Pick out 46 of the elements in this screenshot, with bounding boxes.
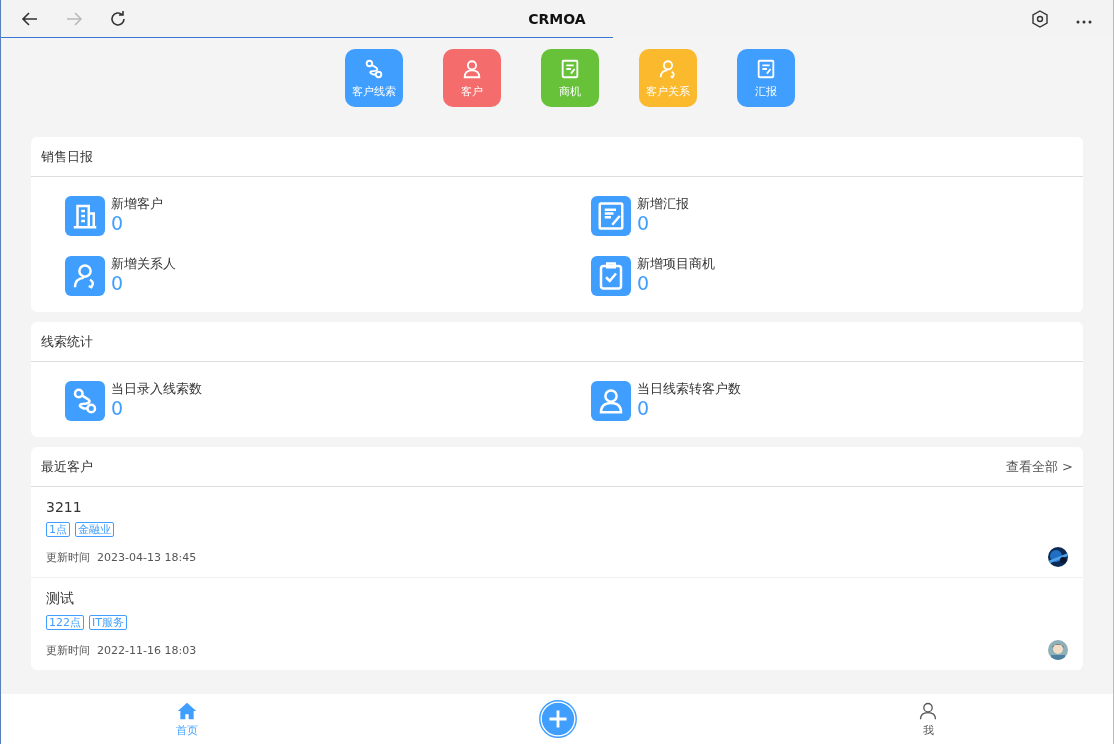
- tag: IT服务: [89, 615, 127, 630]
- updated-time: 2022-11-16 18:03: [97, 643, 197, 657]
- add-button[interactable]: [539, 700, 577, 738]
- nav-tab[interactable]: 首页: [167, 698, 206, 740]
- stat-value: 0: [111, 212, 125, 234]
- stat-label: 新增汇报: [637, 196, 689, 212]
- hexagon-icon: [1030, 9, 1050, 29]
- quick-action-button[interactable]: 商机: [541, 49, 599, 107]
- customer-item[interactable]: 测试 122点 IT服务 更新时间 2022-11-16 18:03: [31, 578, 1083, 670]
- stat-value: 0: [111, 397, 125, 419]
- updated-time: 2023-04-13 18:45: [97, 550, 197, 564]
- updated-label: 更新时间: [46, 549, 90, 565]
- stat-value: 0: [637, 272, 651, 294]
- quick-action-button[interactable]: 客户关系: [639, 49, 697, 107]
- quick-action-button[interactable]: 客户线索: [345, 49, 403, 107]
- route-icon: [363, 57, 385, 80]
- more-icon: [1076, 19, 1092, 24]
- reload-icon: [108, 9, 128, 29]
- tag: 122点: [46, 615, 84, 630]
- note-icon: [559, 57, 581, 80]
- customer-item[interactable]: 3211 1点 金融业 更新时间 2023-04-13 18:45: [31, 487, 1083, 578]
- stat-label: 新增客户: [111, 196, 163, 212]
- stat-value: 0: [637, 397, 651, 419]
- tag: 金融业: [75, 522, 114, 537]
- tag: 1点: [46, 522, 70, 537]
- person-icon: [461, 57, 483, 80]
- home-icon: [176, 700, 197, 721]
- card-title: 线索统计: [41, 332, 93, 351]
- customer-name: 测试: [46, 590, 75, 608]
- stat-value: 0: [637, 212, 651, 234]
- note-icon: [755, 57, 777, 80]
- stat-label: 新增项目商机: [637, 256, 715, 272]
- stat-value: 0: [111, 272, 125, 294]
- card-title: 最近客户: [41, 457, 93, 476]
- quick-action-button[interactable]: 客户: [443, 49, 501, 107]
- stat-label: 当日录入线索数: [111, 381, 202, 397]
- stat-label: 当日线索转客户数: [637, 381, 741, 397]
- updated-label: 更新时间: [46, 642, 90, 658]
- card-title: 销售日报: [41, 147, 93, 166]
- window-title: CRMOA: [528, 11, 586, 27]
- customer-name: 3211: [46, 499, 83, 515]
- person-icon: [918, 700, 939, 721]
- quick-action-button[interactable]: 汇报: [737, 49, 795, 107]
- nav-tab[interactable]: 我: [910, 698, 947, 740]
- stat-label: 新增关系人: [111, 256, 176, 272]
- view-all-link[interactable]: 查看全部 >: [1005, 457, 1073, 476]
